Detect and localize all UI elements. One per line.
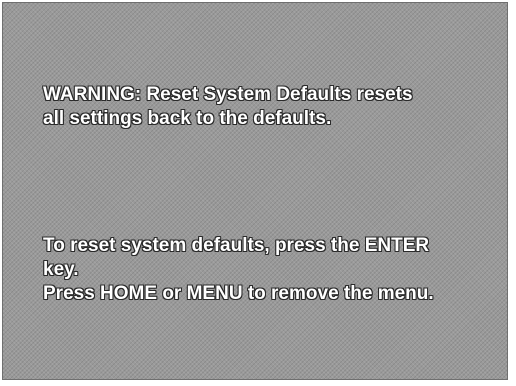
instruction-message: To reset system defaults, press the ENTE… bbox=[43, 234, 493, 306]
instruction-line-3: Press HOME or MENU to remove the menu. bbox=[43, 283, 434, 304]
osd-screen: WARNING: Reset System Defaults resets al… bbox=[2, 2, 508, 380]
warning-line-2: all settings back to the defaults. bbox=[43, 108, 332, 129]
warning-line-1: WARNING: Reset System Defaults resets bbox=[43, 84, 413, 105]
instruction-line-1: To reset system defaults, press the ENTE… bbox=[43, 235, 430, 256]
warning-message: WARNING: Reset System Defaults resets al… bbox=[43, 83, 493, 131]
instruction-line-2: key. bbox=[43, 259, 79, 280]
